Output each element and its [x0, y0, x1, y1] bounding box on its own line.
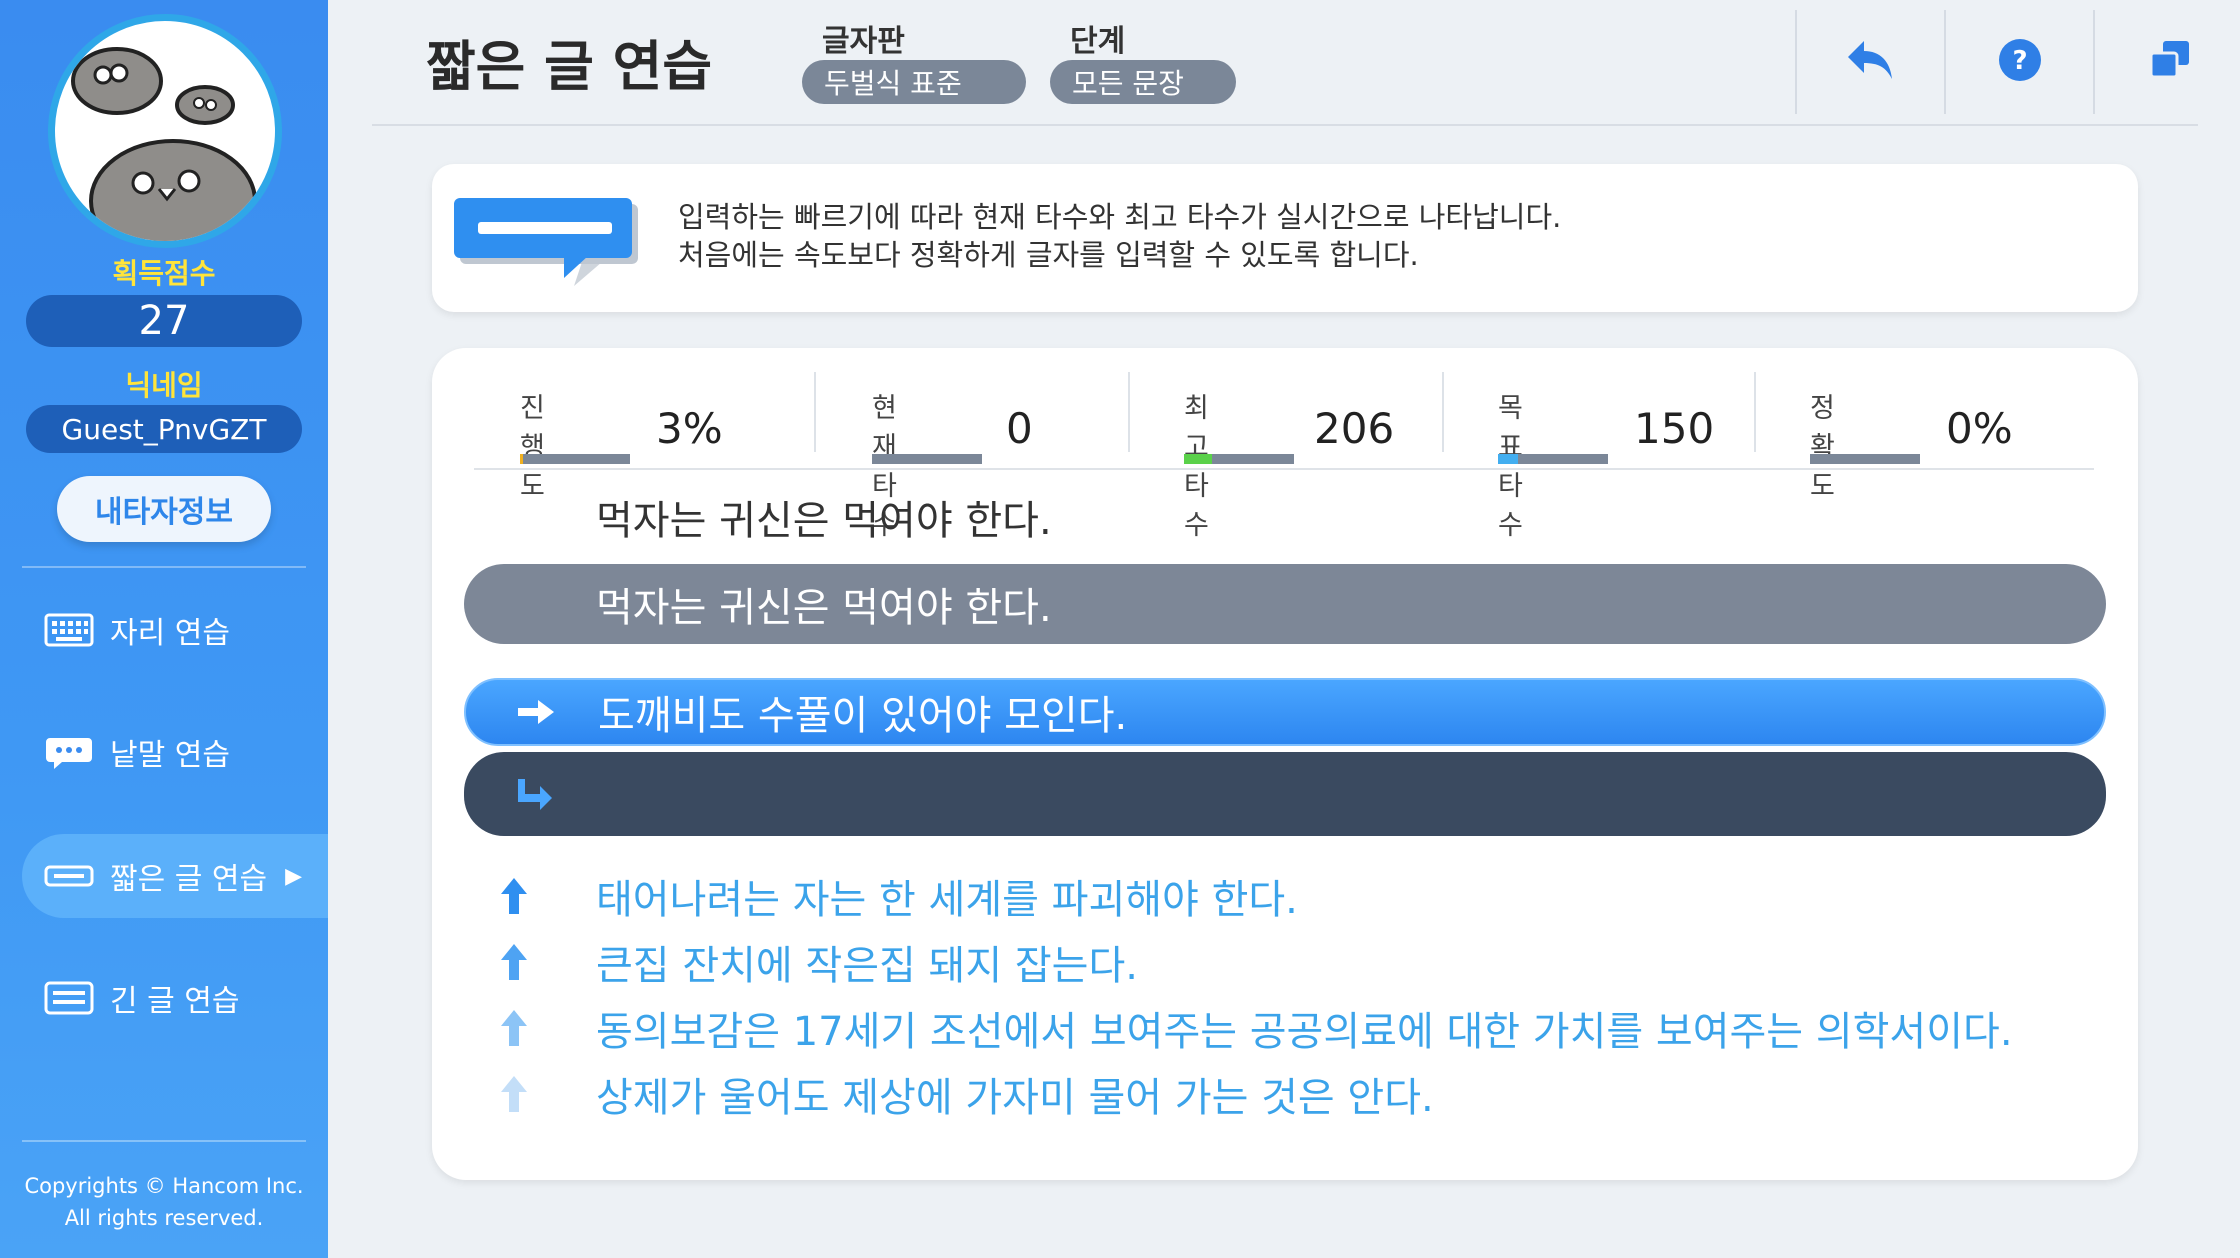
window-icon: [2149, 41, 2189, 79]
previous-typed-row: 먹자는 귀신은 먹여야 한다.: [464, 564, 2106, 644]
sidebar-item-label: 낱말 연습: [110, 738, 230, 773]
arrow-up-icon: [464, 1008, 564, 1048]
stat-value: 0: [1006, 404, 1033, 453]
progress-bar-fill: [520, 454, 524, 464]
current-speed-bar: [872, 454, 982, 464]
stat-value: 0%: [1946, 404, 2013, 453]
header-divider: [372, 124, 2198, 126]
avatar: [48, 14, 282, 248]
arrow-up-icon: [464, 1074, 564, 1114]
best-speed-bar-fill: [1184, 454, 1212, 464]
info-line: 처음에는 속도보다 정확하게 글자를 입력할 수 있도록 합니다.: [678, 238, 1419, 272]
back-button[interactable]: [1838, 28, 1902, 92]
typing-input[interactable]: [464, 752, 2106, 836]
info-line: 입력하는 빠르기에 따라 현재 타수와 최고 타수가 실시간으로 나타납니다.: [678, 200, 1562, 234]
arrow-right-icon: [466, 680, 606, 744]
keyboard-layout-label: 글자판: [822, 24, 905, 59]
info-card: 입력하는 빠르기에 따라 현재 타수와 최고 타수가 실시간으로 나타납니다. …: [432, 164, 2138, 312]
upcoming-sentence: 큰집 잔치에 작은집 돼지 잡는다.: [464, 934, 2106, 990]
help-icon: ?: [1999, 39, 2041, 81]
keyboard-icon: [42, 612, 96, 648]
chevron-right-icon: ▶: [285, 863, 302, 889]
svg-text:?: ?: [2012, 46, 2027, 76]
sidebar-item-word-practice[interactable]: 낱말 연습: [22, 710, 328, 794]
level-label: 단계: [1070, 24, 1126, 59]
upcoming-sentence: 태어나려는 자는 한 세계를 파괴해야 한다.: [464, 868, 2106, 924]
header-separator: [2093, 10, 2095, 114]
message-icon: [454, 198, 638, 286]
enter-arrow-icon: [464, 752, 604, 836]
current-sentence: 도깨비도 수풀이 있어야 모인다.: [598, 693, 1128, 739]
potato-characters-icon: [71, 47, 257, 241]
stat-label: 진행도: [520, 393, 545, 502]
short-text-icon: [42, 858, 96, 894]
back-icon: [1848, 41, 1892, 79]
upcoming-sentence: 동의보감은 17세기 조선에서 보여주는 공공의료에 대한 가치를 보여주는 의…: [464, 1000, 2106, 1056]
previous-sentence: 먹자는 귀신은 먹여야 한다.: [596, 498, 1052, 544]
upcoming-sentence-text: 동의보감은 17세기 조선에서 보여주는 공공의료에 대한 가치를 보여주는 의…: [596, 1009, 2013, 1055]
copyright-line: Copyrights © Hancom Inc.: [24, 1174, 304, 1198]
upcoming-sentence-text: 태어나려는 자는 한 세계를 파괴해야 한다.: [596, 877, 1298, 923]
long-text-icon: [42, 980, 96, 1016]
header-separator: [1944, 10, 1946, 114]
keyboard-layout-select[interactable]: 두벌식 표준: [802, 60, 1026, 104]
stat-value: 206: [1314, 404, 1395, 453]
nickname-label: 닉네임: [125, 369, 203, 402]
sidebar-item-position-practice[interactable]: 자리 연습: [22, 588, 328, 672]
score-value: 27: [26, 295, 302, 347]
nickname-value: Guest_PnvGZT: [26, 405, 302, 453]
info-text: 입력하는 빠르기에 따라 현재 타수와 최고 타수가 실시간으로 나타납니다. …: [678, 198, 1561, 274]
sidebar-item-short-text-practice[interactable]: 짧은 글 연습 ▶: [22, 834, 328, 918]
accuracy-bar: [1810, 454, 1920, 464]
stat-separator: [814, 372, 816, 452]
stat-label: 최고 타수: [1184, 393, 1209, 541]
stat-value: 3%: [656, 404, 723, 453]
practice-card: 진행도 3% 현재 타수 0 최고 타수 206 목표 타수 150 정확도 0…: [432, 348, 2138, 1180]
sidebar-divider: [22, 1140, 306, 1142]
stat-label: 목표 타수: [1498, 393, 1523, 541]
best-speed-bar: [1184, 454, 1294, 464]
speech-bubble-icon: [42, 734, 96, 770]
sidebar-divider: [22, 566, 306, 568]
score-label: 획득점수: [112, 257, 216, 290]
upcoming-sentence: 상제가 울어도 제상에 가자미 물어 가는 것은 안다.: [464, 1066, 2106, 1122]
copyright: Copyrights © Hancom Inc. All rights rese…: [0, 1170, 328, 1234]
window-button[interactable]: [2138, 28, 2202, 92]
sidebar-item-label: 자리 연습: [110, 616, 230, 651]
upcoming-sentence-text: 큰집 잔치에 작은집 돼지 잡는다.: [596, 943, 1138, 989]
my-info-button[interactable]: 내타자정보: [57, 476, 271, 542]
stats-divider: [474, 468, 2094, 470]
sidebar-item-long-text-practice[interactable]: 긴 글 연습: [22, 956, 328, 1040]
goal-speed-bar: [1498, 454, 1608, 464]
sidebar: 획득점수 27 닉네임 Guest_PnvGZT 내타자정보 자리 연습 낱말 …: [0, 0, 328, 1258]
copyright-line: All rights reserved.: [64, 1206, 264, 1230]
upcoming-sentence-text: 상제가 울어도 제상에 가자미 물어 가는 것은 안다.: [596, 1075, 1434, 1121]
header-separator: [1795, 10, 1797, 114]
page-title: 짧은 글 연습: [426, 35, 712, 98]
stat-value: 150: [1634, 404, 1715, 453]
level-select[interactable]: 모든 문장: [1050, 60, 1236, 104]
stat-label: 정확도: [1810, 393, 1835, 502]
progress-bar: [520, 454, 630, 464]
arrow-up-icon: [464, 876, 564, 916]
sidebar-item-label: 긴 글 연습: [110, 984, 240, 1019]
goal-speed-bar-fill: [1498, 454, 1518, 464]
current-sentence-row: 도깨비도 수풀이 있어야 모인다.: [464, 678, 2106, 746]
stat-separator: [1128, 372, 1130, 452]
arrow-up-icon: [464, 942, 564, 982]
sidebar-item-label: 짧은 글 연습: [110, 862, 268, 897]
stat-separator: [1442, 372, 1444, 452]
stat-separator: [1754, 372, 1756, 452]
help-button[interactable]: ?: [1988, 28, 2052, 92]
